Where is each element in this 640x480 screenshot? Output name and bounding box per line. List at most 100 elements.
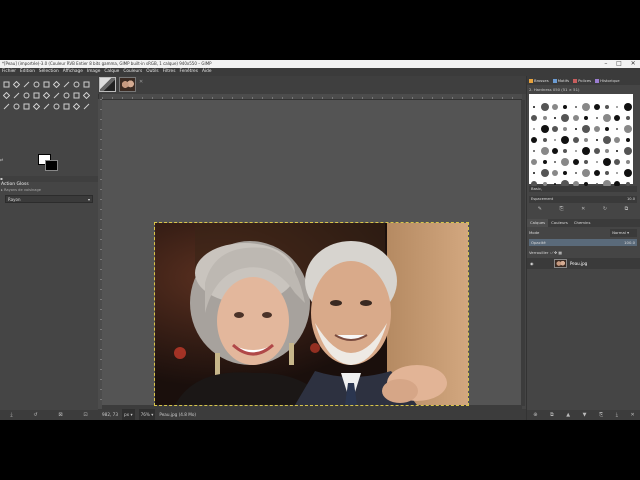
brush-preset[interactable] [613, 129, 621, 143]
delete-options-icon[interactable]: ⊠ [58, 412, 62, 418]
brush-preset[interactable] [551, 129, 559, 141]
dodge-icon[interactable] [72, 102, 80, 110]
brush-preset[interactable] [593, 140, 601, 154]
brush-preset[interactable] [551, 151, 559, 163]
unit-select[interactable]: px ▾ [121, 409, 135, 420]
brush-preset[interactable] [530, 107, 538, 121]
brush-preset[interactable] [603, 118, 611, 131]
brush-preset[interactable] [572, 140, 580, 152]
eye-icon[interactable]: ◉ [530, 258, 534, 269]
mode-select[interactable]: Normal ▾ [610, 229, 637, 237]
brush-preset[interactable] [530, 118, 538, 130]
brush-preset[interactable] [530, 173, 538, 187]
tab-chemins[interactable]: Chemins [571, 219, 594, 227]
brush-preset[interactable] [530, 140, 538, 152]
brush-preset[interactable] [593, 173, 601, 185]
brush-preset[interactable] [624, 107, 632, 120]
brush-preset[interactable] [572, 151, 580, 165]
brush-preset[interactable] [602, 107, 611, 122]
brush-preset[interactable] [530, 151, 538, 165]
brush-preset[interactable] [623, 96, 632, 111]
brush-preset[interactable] [582, 162, 591, 177]
brush-preset[interactable] [593, 107, 601, 119]
brush-preset[interactable] [572, 129, 580, 143]
brush-preset[interactable] [572, 118, 580, 130]
brush-preset[interactable] [602, 173, 611, 188]
brush-preset[interactable] [572, 162, 580, 174]
menu-selection[interactable]: Sélection [37, 68, 61, 76]
brush-preset[interactable] [530, 162, 538, 174]
brush-preset[interactable] [613, 96, 621, 108]
brush-preset[interactable] [551, 118, 559, 132]
brush-preset[interactable] [582, 96, 591, 111]
duplicate-brush-icon[interactable]: ⎘ [560, 206, 564, 214]
brush-preset[interactable] [551, 96, 559, 110]
brush-preset[interactable] [593, 96, 601, 110]
brush-preset[interactable] [602, 151, 611, 166]
brush-preset[interactable] [561, 151, 570, 166]
paths-icon[interactable] [32, 91, 40, 99]
brush-preset[interactable] [561, 107, 570, 122]
refresh-brushes-icon[interactable]: ↻ [603, 206, 607, 214]
tab-calques[interactable]: Calques [527, 219, 549, 227]
layer-name[interactable]: Peau.jpg [570, 258, 587, 269]
brush-preset[interactable] [551, 140, 559, 154]
reset-options-icon[interactable]: ⊡ [83, 412, 87, 418]
brush-preset[interactable] [561, 140, 569, 153]
menu-fichier[interactable]: Fichier [0, 68, 18, 76]
airbrush-icon[interactable] [12, 102, 20, 110]
brush-preset[interactable] [603, 162, 611, 175]
move-icon[interactable] [2, 80, 10, 88]
text-icon[interactable] [22, 91, 30, 99]
brush-preset[interactable] [540, 140, 549, 155]
fg-bg-colors[interactable] [38, 154, 58, 171]
menu-outils[interactable]: Outils [144, 68, 160, 76]
menu-edition[interactable]: Édition [18, 68, 37, 76]
crop-icon[interactable] [42, 80, 50, 88]
brush-preset[interactable] [540, 118, 549, 133]
rect-select-icon[interactable] [12, 80, 20, 88]
brush-preset[interactable] [530, 96, 538, 108]
vertical-scrollbar[interactable] [521, 100, 525, 406]
brush-preset[interactable] [561, 129, 570, 144]
menu-calque[interactable]: Calque [102, 68, 121, 76]
brush-preset[interactable] [541, 129, 549, 142]
delete-layer-icon[interactable]: ✕ [630, 412, 634, 418]
tab-brosses[interactable]: Brosses [527, 76, 551, 85]
delete-brush-icon[interactable]: ✕ [581, 206, 585, 214]
radius-field[interactable]: Rayon ▾ [5, 195, 93, 203]
brush-preset[interactable] [561, 96, 569, 109]
measure-icon[interactable] [12, 91, 20, 99]
flip-icon[interactable] [82, 80, 90, 88]
tab-polices[interactable]: Polices [571, 76, 593, 85]
blur-icon[interactable] [62, 102, 70, 110]
heal-icon[interactable] [42, 102, 50, 110]
brush-preset[interactable] [582, 107, 590, 120]
tab-historique[interactable]: Historique [593, 76, 621, 85]
menu-couleurs[interactable]: Couleurs [121, 68, 144, 76]
image-tab-1[interactable] [99, 77, 116, 92]
swap-colors-icon[interactable]: ⇄ [0, 157, 8, 163]
brush-preset[interactable] [624, 173, 632, 186]
zoom-select[interactable]: 76% ▾ [138, 409, 156, 420]
gradient-icon[interactable] [62, 91, 70, 99]
brush-preset[interactable] [551, 107, 559, 119]
warp-icon[interactable] [62, 80, 70, 88]
edit-brush-icon[interactable]: ✎ [538, 206, 542, 214]
minimize-button[interactable]: – [604, 60, 607, 68]
brush-preset[interactable] [623, 162, 632, 177]
spacing-slider[interactable]: Espacement 10.0 [529, 196, 637, 203]
layer-row[interactable]: ◉ Peau.jpg [527, 258, 640, 269]
brush-preset[interactable] [623, 140, 632, 155]
brush-preset[interactable] [540, 162, 549, 177]
raise-layer-icon[interactable]: ▲ [566, 412, 570, 418]
brush-preset[interactable] [603, 140, 611, 153]
restore-options-icon[interactable]: ↺ [33, 412, 37, 418]
menu-filtres[interactable]: Filtres [161, 68, 178, 76]
brush-preset[interactable] [540, 96, 549, 111]
brush-preset[interactable] [603, 96, 611, 109]
mypaint-icon[interactable] [82, 102, 90, 110]
brush-preset[interactable] [613, 107, 621, 121]
brush-preset[interactable] [613, 173, 621, 187]
close-icon[interactable]: ✕ [139, 79, 143, 85]
